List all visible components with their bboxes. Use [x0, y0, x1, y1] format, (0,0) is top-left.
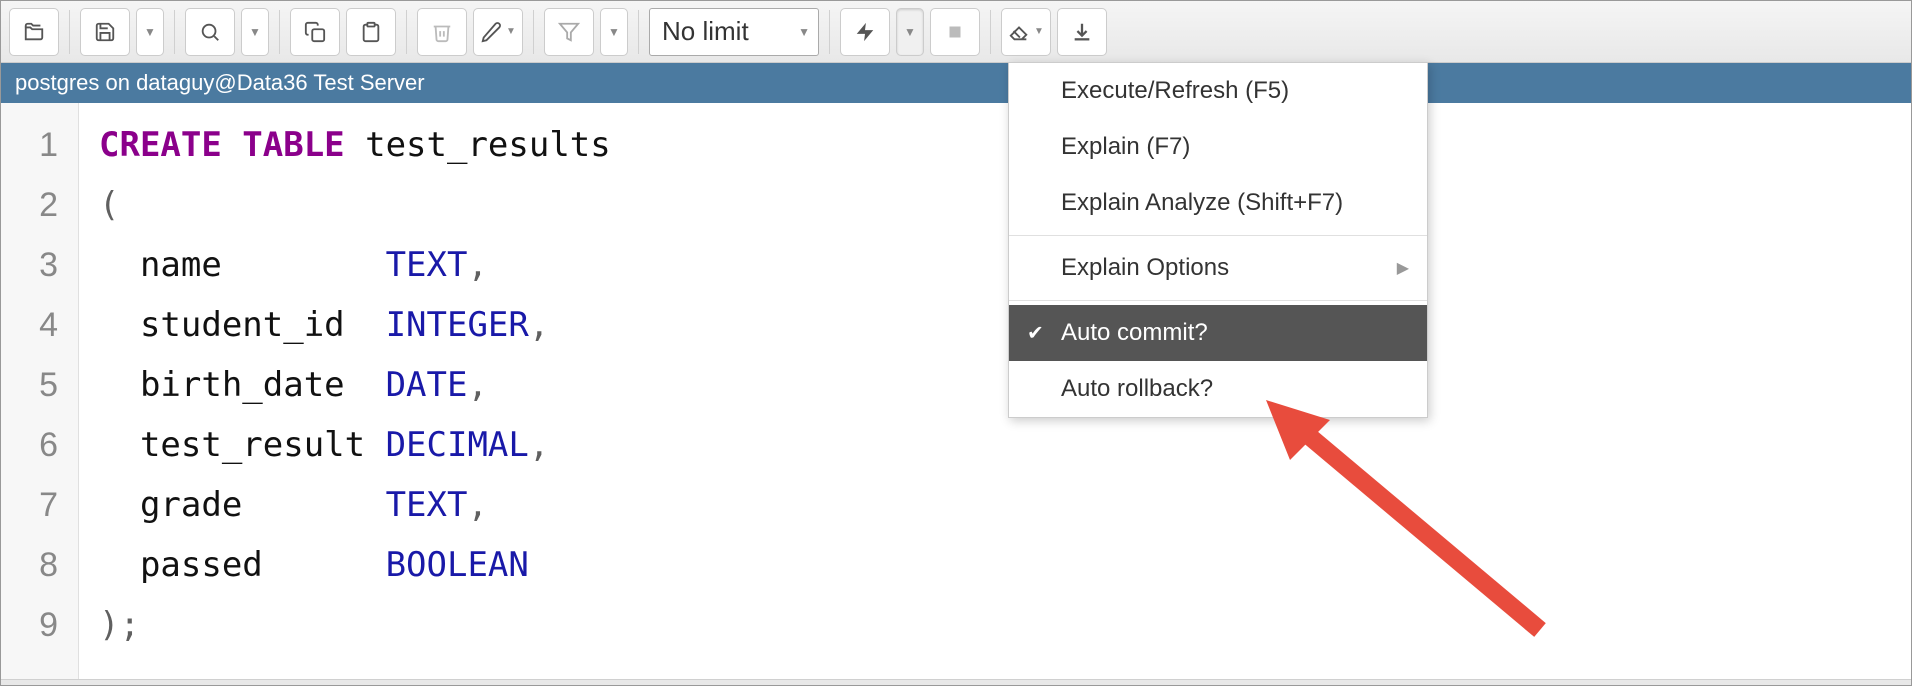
menu-item-explain[interactable]: Explain (F7) [1009, 119, 1427, 175]
menu-item-execute[interactable]: Execute/Refresh (F5) [1009, 63, 1427, 119]
punctuation: , [467, 485, 487, 525]
edit-icon [480, 21, 502, 43]
filter-dropdown-button[interactable]: ▼ [600, 8, 628, 56]
type: DECIMAL [386, 425, 529, 465]
stop-button[interactable] [930, 8, 980, 56]
line-number: 5 [1, 355, 58, 415]
find-button[interactable] [185, 8, 235, 56]
identifier: name [99, 245, 386, 285]
sql-editor: 1 2 3 4 5 6 7 8 9 CREATE TABLE test_resu… [1, 103, 1911, 679]
menu-item-explain-options[interactable]: Explain Options ▶ [1009, 240, 1427, 296]
type: INTEGER [386, 305, 529, 345]
caret-down-icon: ▼ [249, 25, 261, 39]
line-gutter: 1 2 3 4 5 6 7 8 9 [1, 103, 79, 679]
line-number: 4 [1, 295, 58, 355]
menu-item-auto-rollback[interactable]: Auto rollback? [1009, 361, 1427, 417]
stop-icon [944, 21, 966, 43]
menu-label: Execute/Refresh (F5) [1061, 77, 1289, 104]
copy-icon [304, 21, 326, 43]
type: TEXT [386, 485, 468, 525]
check-icon: ✔ [1027, 321, 1044, 346]
menu-label: Auto rollback? [1061, 375, 1213, 402]
caret-down-icon: ▼ [608, 25, 620, 39]
menu-label: Explain Analyze (Shift+F7) [1061, 189, 1343, 216]
punctuation: ( [99, 185, 119, 225]
row-limit-label: No limit [662, 16, 749, 47]
menu-label: Explain (F7) [1061, 133, 1190, 160]
caret-down-icon: ▼ [1034, 26, 1044, 37]
toolbar: ▼ ▼ ▼ ▼ No limit ▼ ▼ ▼ [1, 1, 1911, 63]
caret-down-icon: ▼ [506, 26, 516, 37]
punctuation: , [529, 425, 549, 465]
execute-dropdown-menu: Execute/Refresh (F5) Explain (F7) Explai… [1008, 62, 1428, 418]
execute-button[interactable] [840, 8, 890, 56]
search-icon [199, 21, 221, 43]
paste-button[interactable] [346, 8, 396, 56]
punctuation: , [529, 305, 549, 345]
type: TEXT [386, 245, 468, 285]
line-number: 6 [1, 415, 58, 475]
separator [174, 10, 175, 54]
menu-item-explain-analyze[interactable]: Explain Analyze (Shift+F7) [1009, 175, 1427, 231]
row-limit-select[interactable]: No limit ▼ [649, 8, 819, 56]
line-number: 1 [1, 115, 58, 175]
menu-separator [1009, 235, 1427, 236]
line-number: 3 [1, 235, 58, 295]
chevron-right-icon: ▶ [1397, 258, 1409, 278]
status-bar [1, 679, 1911, 685]
caret-down-icon: ▼ [144, 25, 156, 39]
identifier: test_result [99, 425, 386, 465]
separator [638, 10, 639, 54]
delete-button[interactable] [417, 8, 467, 56]
save-dropdown-button[interactable]: ▼ [136, 8, 164, 56]
separator [990, 10, 991, 54]
type: BOOLEAN [386, 545, 529, 585]
download-icon [1071, 21, 1093, 43]
separator [533, 10, 534, 54]
menu-label: Auto commit? [1061, 319, 1208, 346]
eraser-icon [1008, 21, 1030, 43]
edit-button[interactable]: ▼ [473, 8, 523, 56]
caret-down-icon: ▼ [904, 25, 916, 39]
folder-open-icon [23, 21, 45, 43]
identifier: passed [99, 545, 386, 585]
clear-button[interactable]: ▼ [1001, 8, 1051, 56]
execute-dropdown-button[interactable]: ▼ [896, 8, 924, 56]
identifier: grade [99, 485, 386, 525]
connection-label: postgres on dataguy@Data36 Test Server [15, 70, 425, 96]
save-icon [94, 21, 116, 43]
paste-icon [360, 21, 382, 43]
line-number: 9 [1, 595, 58, 655]
line-number: 2 [1, 175, 58, 235]
filter-icon [558, 21, 580, 43]
copy-button[interactable] [290, 8, 340, 56]
type: DATE [386, 365, 468, 405]
connection-banner: postgres on dataguy@Data36 Test Server [1, 63, 1911, 103]
separator [69, 10, 70, 54]
caret-down-icon: ▼ [798, 25, 810, 39]
separator [279, 10, 280, 54]
punctuation: ); [99, 605, 140, 645]
filter-button[interactable] [544, 8, 594, 56]
line-number: 8 [1, 535, 58, 595]
lightning-icon [854, 21, 876, 43]
menu-item-auto-commit[interactable]: ✔ Auto commit? [1009, 305, 1427, 361]
separator [829, 10, 830, 54]
identifier: birth_date [99, 365, 386, 405]
punctuation: , [467, 245, 487, 285]
open-file-button[interactable] [9, 8, 59, 56]
identifier: test_results [345, 125, 611, 165]
trash-icon [431, 21, 453, 43]
identifier: student_id [99, 305, 386, 345]
line-number: 7 [1, 475, 58, 535]
menu-label: Explain Options [1061, 254, 1229, 281]
code-area[interactable]: CREATE TABLE test_results ( name TEXT, s… [79, 103, 631, 679]
find-dropdown-button[interactable]: ▼ [241, 8, 269, 56]
menu-separator [1009, 300, 1427, 301]
save-button[interactable] [80, 8, 130, 56]
download-button[interactable] [1057, 8, 1107, 56]
punctuation: , [467, 365, 487, 405]
separator [406, 10, 407, 54]
keyword: CREATE TABLE [99, 125, 345, 165]
